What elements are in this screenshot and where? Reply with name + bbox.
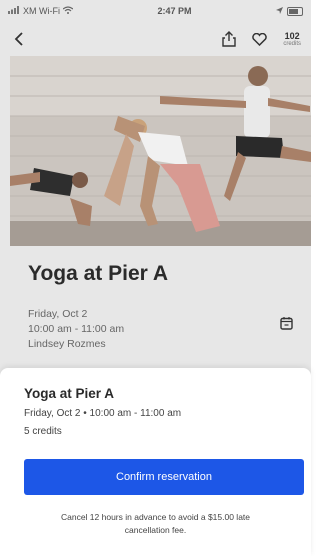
reservation-sheet: Yoga at Pier A Friday, Oct 2 • 10:00 am … [0, 368, 311, 556]
wifi-icon [62, 6, 74, 16]
status-time: 2:47 PM [157, 6, 192, 16]
credits-label: credits [283, 40, 301, 47]
sheet-credits: 5 credits [24, 426, 62, 437]
credits-balance[interactable]: 102 credits [283, 30, 301, 47]
status-right [275, 6, 303, 16]
class-hero-image [10, 56, 311, 246]
status-bar: XM Wi-Fi 2:47 PM [0, 0, 311, 22]
sheet-title: Yoga at Pier A [24, 386, 115, 401]
battery-icon [286, 6, 303, 16]
nav-actions: 102 credits [222, 31, 301, 47]
credits-count: 102 [284, 30, 300, 41]
yoga-photo [10, 56, 311, 246]
class-time: 10:00 am - 11:00 am [28, 323, 125, 335]
class-title: Yoga at Pier A [28, 262, 169, 285]
cancellation-policy-note: Cancel 12 hours in advance to avoid a $1… [60, 512, 251, 535]
class-date: Friday, Oct 2 [28, 308, 88, 320]
signal-icon [8, 6, 20, 16]
calendar-icon[interactable] [280, 316, 293, 335]
sheet-datetime: Friday, Oct 2 • 10:00 am - 11:00 am [24, 408, 182, 419]
confirm-reservation-button[interactable]: Confirm reservation [24, 459, 304, 495]
carrier-label: XM Wi-Fi [23, 6, 60, 16]
nav-bar: 102 credits [0, 22, 311, 56]
back-icon[interactable] [14, 32, 24, 46]
class-instructor[interactable]: Lindsey Rozmes [28, 338, 298, 350]
class-info: Yoga at Pier A Friday, Oct 2 10:00 am - … [28, 262, 298, 350]
heart-icon[interactable] [252, 32, 268, 46]
location-icon [275, 6, 283, 16]
share-icon[interactable] [222, 31, 237, 47]
status-left: XM Wi-Fi [8, 6, 74, 16]
